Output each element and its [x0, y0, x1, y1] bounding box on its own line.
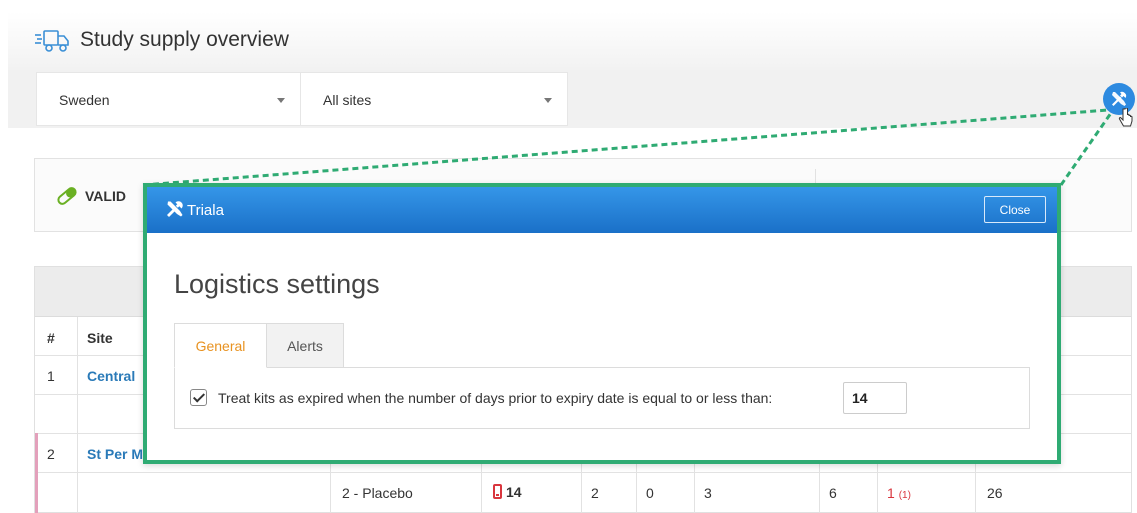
expiry-setting-label: Treat kits as expired when the number of…	[218, 390, 773, 406]
status-valid-label: VALID	[85, 188, 126, 204]
expiry-days-input[interactable]	[843, 382, 907, 414]
row-number: 2	[47, 446, 55, 462]
page-header: Study supply overview	[8, 12, 1137, 70]
table-cell: 3	[704, 485, 712, 501]
site-link[interactable]: Central	[87, 368, 135, 384]
country-select[interactable]: Sweden	[36, 72, 301, 126]
phone-alert-icon	[493, 484, 502, 499]
table-cell: 6	[829, 485, 837, 501]
alert-value: 1	[887, 485, 895, 501]
table-cell: 2	[591, 485, 599, 501]
row-highlight-bar	[35, 433, 38, 513]
logistics-settings-modal: Triala Close Logistics settings General …	[143, 183, 1061, 464]
stock-cell: 14	[493, 484, 522, 500]
stock-value: 14	[506, 484, 522, 500]
table-cell: 26	[987, 485, 1003, 501]
page-title: Study supply overview	[80, 28, 289, 51]
table-cell: 0	[646, 485, 654, 501]
modal-titlebar: Triala Close	[147, 187, 1057, 233]
pill-icon	[57, 187, 77, 205]
expiry-checkbox[interactable]	[190, 389, 207, 406]
truck-icon	[35, 30, 69, 52]
modal-heading: Logistics settings	[174, 269, 380, 299]
modal-brand: Triala	[187, 202, 224, 219]
column-header-num: #	[47, 330, 55, 346]
tab-alerts[interactable]: Alerts	[266, 323, 344, 368]
tab-general[interactable]: General	[174, 323, 267, 368]
row-number: 1	[47, 368, 55, 384]
chevron-down-icon	[277, 98, 285, 103]
chevron-down-icon	[544, 98, 552, 103]
general-settings-panel: Treat kits as expired when the number of…	[174, 367, 1030, 429]
tools-icon	[167, 201, 183, 217]
site-select-value: All sites	[323, 92, 372, 108]
alert-cell: 1 (1)	[887, 485, 911, 501]
treatment-cell: 2 - Placebo	[342, 485, 413, 501]
hand-cursor-icon	[1118, 108, 1133, 127]
tools-icon	[1112, 91, 1127, 106]
site-select[interactable]: All sites	[300, 72, 568, 126]
column-header-site: Site	[87, 330, 113, 346]
country-select-value: Sweden	[59, 92, 110, 108]
divider	[77, 317, 78, 513]
divider	[35, 472, 1131, 473]
site-link[interactable]: St Per M	[87, 446, 143, 462]
close-button[interactable]: Close	[984, 196, 1046, 223]
alert-sub: (1)	[898, 490, 911, 501]
